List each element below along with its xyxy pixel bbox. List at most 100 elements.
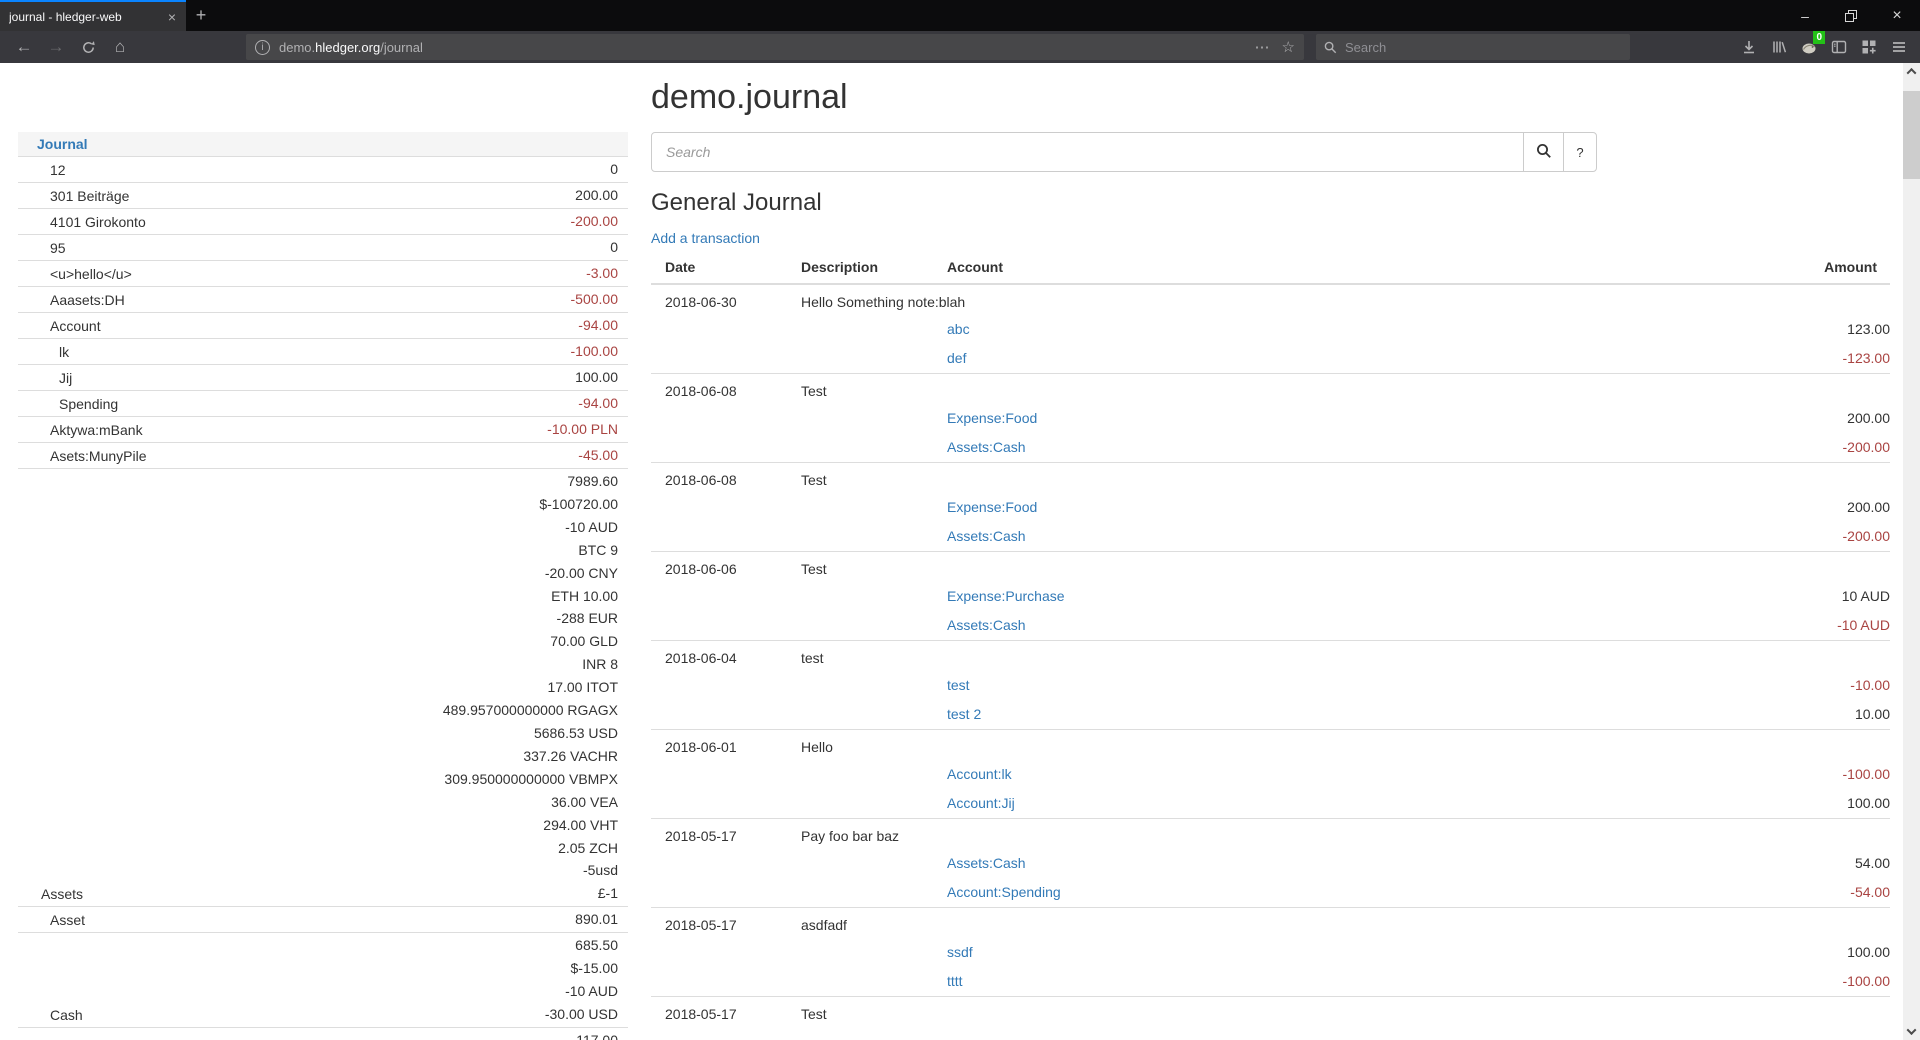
posting-amount: -100.00: [1551, 760, 1890, 789]
account-balance: 7989.60$-100720.00-10 AUDBTC 9-20.00 CNY…: [268, 469, 628, 907]
posting-account-cell: Assets:Cash: [947, 522, 1551, 552]
back-button[interactable]: ←: [8, 34, 40, 60]
posting-account-link[interactable]: Expense:Purchase: [947, 588, 1065, 604]
account-balance: -10.00 PLN: [268, 417, 628, 443]
account-link[interactable]: Cash: [50, 1007, 83, 1023]
posting-amount: 10 AUD: [1551, 582, 1890, 611]
balance-amount: 70.00 GLD: [268, 630, 618, 653]
transaction-row[interactable]: 2018-06-08Test: [651, 463, 1890, 494]
extension-icon[interactable]: 0: [1794, 34, 1824, 60]
posting-account-link[interactable]: Expense:Food: [947, 410, 1037, 426]
posting-account-link[interactable]: Account:Jij: [947, 795, 1015, 811]
restore-button[interactable]: [1828, 0, 1874, 31]
scroll-up-arrow[interactable]: [1903, 63, 1920, 80]
account-row: Assets 7989.60$-100720.00-10 AUDBTC 9-20.…: [18, 469, 628, 907]
grid-add-icon[interactable]: [1854, 34, 1884, 60]
transaction-description: Test: [801, 463, 1890, 494]
register-body: 2018-06-30Hello Something note:blahabc12…: [651, 284, 1890, 1027]
account-balance: -200.00: [268, 209, 628, 235]
posting-account-link[interactable]: def: [947, 350, 966, 366]
account-link[interactable]: Spending: [59, 396, 118, 412]
posting-row: Assets:Cash-10 AUD: [651, 611, 1890, 641]
posting-account-link[interactable]: Assets:Cash: [947, 855, 1026, 871]
transaction-description: Test: [801, 552, 1890, 583]
balance-amount: -10 AUD: [268, 516, 618, 539]
posting-account-link[interactable]: tttt: [947, 973, 963, 989]
journal-link[interactable]: Journal: [37, 136, 88, 152]
download-icon[interactable]: [1734, 34, 1764, 60]
journal-search-input[interactable]: [651, 132, 1524, 172]
balance-amount: -5usd: [268, 859, 618, 882]
page-actions-icon[interactable]: ⋯: [1255, 38, 1270, 56]
transaction-date: 2018-06-06: [651, 552, 801, 583]
account-link[interactable]: 12: [50, 162, 66, 178]
sidebar-toggle-icon[interactable]: [1824, 34, 1854, 60]
account-name-cell: Asets:MunyPile: [18, 443, 268, 469]
transaction-row[interactable]: 2018-06-01Hello: [651, 730, 1890, 761]
window-controls: – ×: [1782, 0, 1920, 31]
posting-account-link[interactable]: abc: [947, 321, 970, 337]
menu-icon[interactable]: [1884, 34, 1914, 60]
transaction-row[interactable]: 2018-06-30Hello Something note:blah: [651, 284, 1890, 315]
balance-amount: INR 8: [268, 653, 618, 676]
browser-toolbar: ← → ⌂ i demo.hledger.org/journal ⋯ ☆: [0, 31, 1920, 63]
add-transaction-link[interactable]: Add a transaction: [651, 230, 760, 247]
posting-account-link[interactable]: Assets:Cash: [947, 528, 1026, 544]
library-icon[interactable]: [1764, 34, 1794, 60]
posting-account-link[interactable]: Assets:Cash: [947, 617, 1026, 633]
url-bar[interactable]: i demo.hledger.org/journal ⋯ ☆: [246, 34, 1304, 60]
transaction-row[interactable]: 2018-06-08Test: [651, 374, 1890, 405]
site-info-icon[interactable]: i: [255, 40, 270, 55]
posting-account-link[interactable]: test: [947, 677, 970, 693]
posting-account-link[interactable]: ssdf: [947, 944, 973, 960]
search-icon: [1536, 143, 1552, 159]
account-link[interactable]: Assets: [41, 886, 83, 902]
transaction-row[interactable]: 2018-05-17Test: [651, 997, 1890, 1028]
account-link[interactable]: Account: [50, 318, 101, 334]
browser-search-box[interactable]: [1316, 34, 1630, 60]
balance-amount: 5686.53 USD: [268, 722, 618, 745]
browser-tab[interactable]: journal - hledger-web ×: [0, 0, 186, 31]
account-link[interactable]: <u>hello</u>: [50, 266, 132, 282]
new-tab-button[interactable]: +: [186, 0, 216, 31]
account-link[interactable]: 301 Beiträge: [50, 188, 129, 204]
browser-search-input[interactable]: [1345, 40, 1585, 55]
account-link[interactable]: 95: [50, 240, 66, 256]
posting-amount: -10.00: [1551, 671, 1890, 700]
close-window-button[interactable]: ×: [1874, 0, 1920, 31]
transaction-row[interactable]: 2018-06-04test: [651, 641, 1890, 672]
posting-account-cell: Expense:Food: [947, 404, 1551, 433]
account-link[interactable]: 4101 Girokonto: [50, 214, 146, 230]
posting-account-cell: Assets:Cash: [947, 433, 1551, 463]
column-header-amount: Amount: [1551, 253, 1890, 284]
account-link[interactable]: lk: [59, 344, 69, 360]
posting-account-link[interactable]: Assets:Cash: [947, 439, 1026, 455]
account-link[interactable]: Jij: [59, 370, 72, 386]
account-link[interactable]: Asets:MunyPile: [50, 448, 146, 464]
column-header-account: Account: [947, 253, 1551, 284]
bookmark-star-icon[interactable]: ☆: [1282, 38, 1295, 56]
account-link[interactable]: Asset: [50, 912, 85, 928]
search-help-button[interactable]: ?: [1563, 132, 1597, 172]
posting-account-link[interactable]: Expense:Food: [947, 499, 1037, 515]
account-link[interactable]: Aktywa:mBank: [50, 422, 143, 438]
scrollbar-thumb[interactable]: [1903, 91, 1920, 179]
account-link[interactable]: Aaasets:DH: [50, 292, 125, 308]
minimize-button[interactable]: –: [1782, 0, 1828, 31]
transaction-row[interactable]: 2018-05-17Pay foo bar baz: [651, 819, 1890, 850]
posting-spacer: [651, 433, 947, 463]
posting-account-link[interactable]: test 2: [947, 706, 981, 722]
page-scrollbar[interactable]: [1903, 63, 1920, 1040]
scroll-down-arrow[interactable]: [1903, 1023, 1920, 1040]
search-submit-button[interactable]: [1523, 132, 1564, 172]
tab-close-icon[interactable]: ×: [165, 9, 179, 25]
posting-account-link[interactable]: Account:lk: [947, 766, 1012, 782]
posting-row: tttt-100.00: [651, 967, 1890, 997]
posting-account-link[interactable]: Account:Spending: [947, 884, 1061, 900]
transaction-row[interactable]: 2018-05-17asdfadf: [651, 908, 1890, 939]
home-button[interactable]: ⌂: [104, 34, 136, 60]
transaction-row[interactable]: 2018-06-06Test: [651, 552, 1890, 583]
reload-button[interactable]: [72, 34, 104, 60]
forward-button[interactable]: →: [40, 34, 72, 60]
transaction-description: Pay foo bar baz: [801, 819, 1890, 850]
